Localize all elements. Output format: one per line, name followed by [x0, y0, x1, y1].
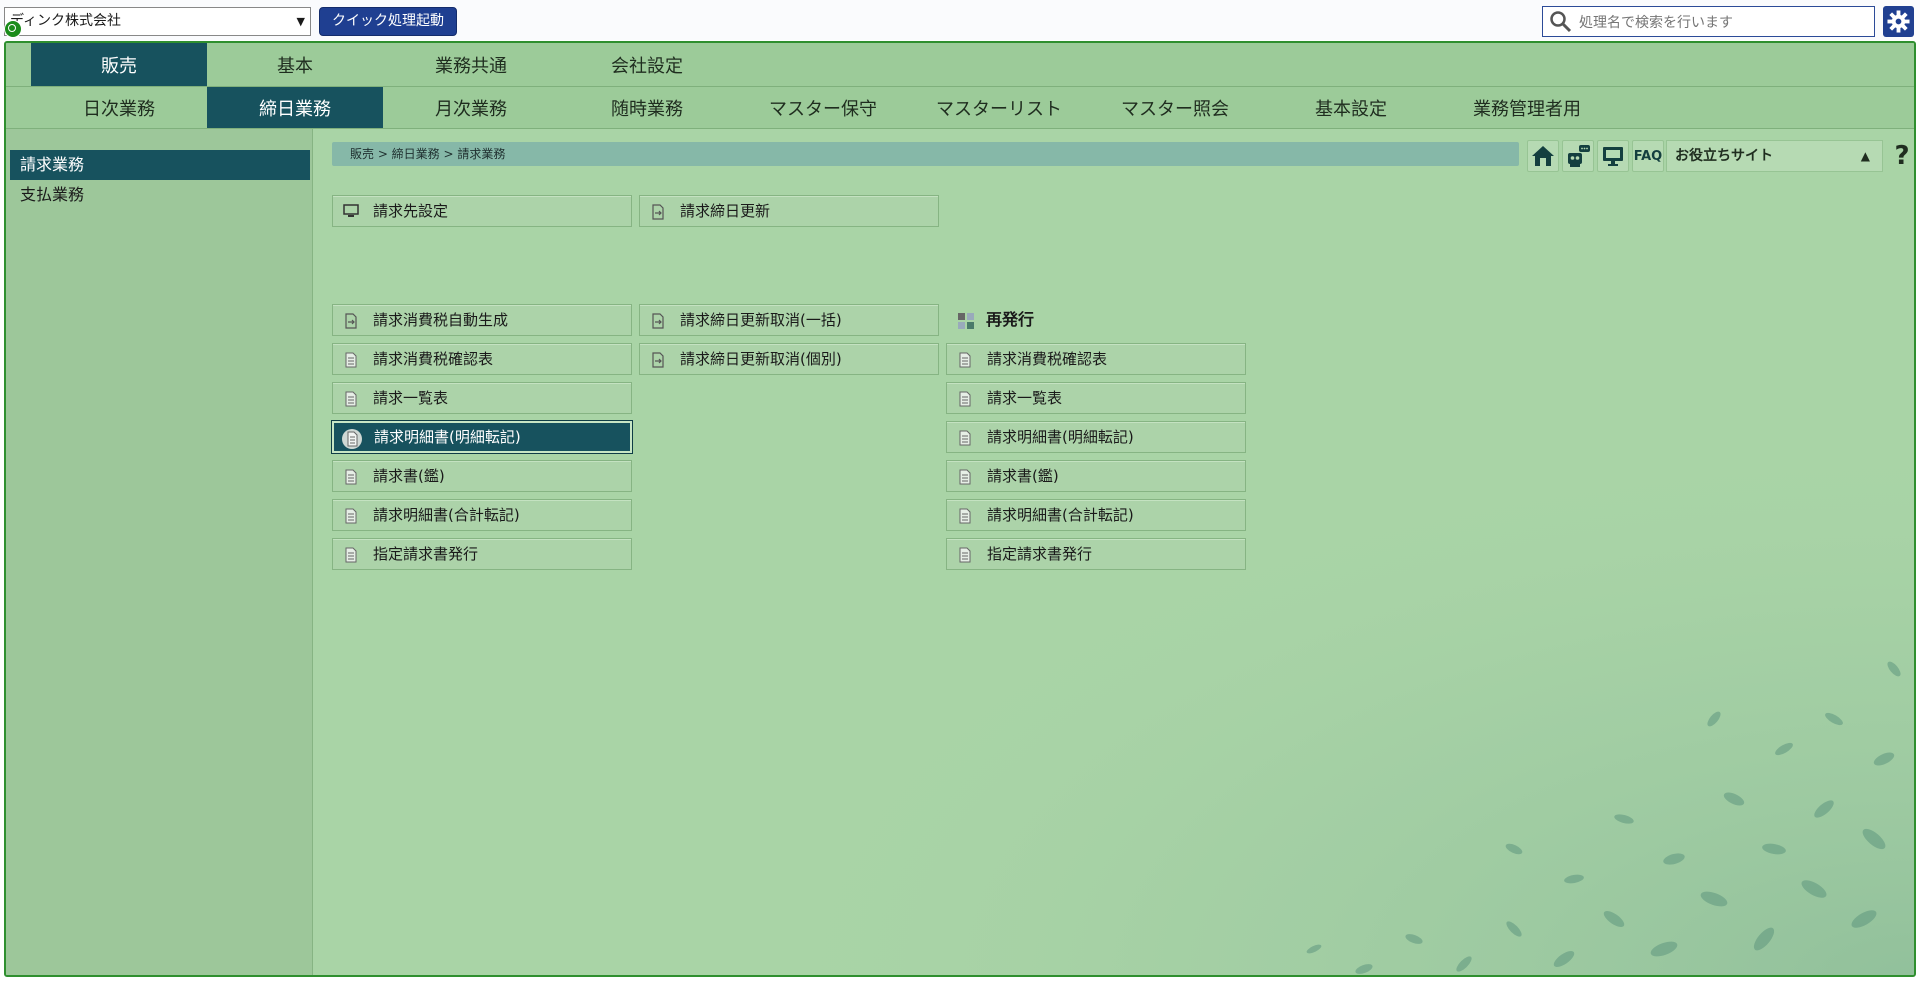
document-icon	[959, 547, 971, 563]
main-frame: 販売 基本 業務共通 会社設定 日次業務 締日業務 月次業務 随時業務 マスター…	[4, 41, 1916, 977]
sidebar-item-payment[interactable]: 支払業務	[10, 180, 310, 210]
top-bar: ディンク株式会社 ▼ クイック処理起動	[0, 0, 1920, 40]
document-icon	[345, 391, 357, 407]
reissue-heading: 再発行	[946, 304, 1246, 336]
reissue-statement-total[interactable]: 請求明細書(合計転記)	[946, 499, 1246, 531]
help-button[interactable]: ?	[1888, 140, 1914, 172]
reissue-tax-check[interactable]: 請求消費税確認表	[946, 343, 1246, 375]
reissue-designated-invoice[interactable]: 指定請求書発行	[946, 538, 1246, 570]
menu-statement-detail[interactable]: 請求明細書(明細転記)	[332, 421, 632, 453]
chevron-down-icon: ▼	[296, 15, 305, 28]
status-indicator-icon	[4, 20, 22, 38]
primary-tab-bar: 販売 基本 業務共通 会社設定	[6, 43, 1914, 87]
document-icon	[345, 508, 357, 524]
tab-closing[interactable]: 締日業務	[207, 87, 383, 128]
menu-closing-cancel-bulk[interactable]: 請求締日更新取消(一括)	[639, 304, 939, 336]
document-icon	[959, 352, 971, 368]
process-icon	[652, 313, 664, 329]
tab-master-inquiry[interactable]: マスター照会	[1087, 87, 1263, 128]
document-icon	[959, 469, 971, 485]
leaf-pattern-background	[714, 419, 1914, 975]
tab-master-maintenance[interactable]: マスター保守	[735, 87, 911, 128]
tab-common-business[interactable]: 業務共通	[383, 43, 559, 86]
menu-invoice-cover[interactable]: 請求書(鑑)	[332, 460, 632, 492]
menu-tax-check[interactable]: 請求消費税確認表	[332, 343, 632, 375]
support-chat-button[interactable]	[1562, 140, 1594, 172]
company-select-value: ディンク株式会社	[10, 13, 122, 29]
faq-button[interactable]: FAQ	[1632, 140, 1664, 172]
monitor-icon	[343, 204, 359, 217]
menu-statement-total[interactable]: 請求明細書(合計転記)	[332, 499, 632, 531]
menu-designated-invoice[interactable]: 指定請求書発行	[332, 538, 632, 570]
search-icon	[1549, 10, 1573, 38]
menu-billing-setup[interactable]: 請求先設定	[332, 195, 632, 227]
tab-monthly[interactable]: 月次業務	[383, 87, 559, 128]
grid-icon	[958, 313, 974, 329]
reissue-statement-detail[interactable]: 請求明細書(明細転記)	[946, 421, 1246, 453]
content-area: 販売 > 締日業務 > 請求業務 FAQ お役立ちサイト ▲ ? 請求先設定 請…	[314, 129, 1914, 975]
home-icon	[1532, 146, 1554, 166]
tab-master-list[interactable]: マスターリスト	[911, 87, 1087, 128]
process-icon	[652, 352, 664, 368]
gear-icon	[1887, 10, 1910, 33]
settings-button[interactable]	[1883, 6, 1914, 37]
process-icon	[345, 313, 357, 329]
tab-daily[interactable]: 日次業務	[31, 87, 207, 128]
menu-billing-list[interactable]: 請求一覧表	[332, 382, 632, 414]
company-select[interactable]: ディンク株式会社 ▼	[4, 7, 311, 36]
tab-basic-settings[interactable]: 基本設定	[1263, 87, 1439, 128]
tab-basic[interactable]: 基本	[207, 43, 383, 86]
tab-company-settings[interactable]: 会社設定	[559, 43, 735, 86]
search-box[interactable]	[1542, 6, 1875, 37]
menu-tax-autogen[interactable]: 請求消費税自動生成	[332, 304, 632, 336]
document-icon	[959, 391, 971, 407]
reissue-invoice-cover[interactable]: 請求書(鑑)	[946, 460, 1246, 492]
menu-closing-update[interactable]: 請求締日更新	[639, 195, 939, 227]
document-icon	[342, 429, 362, 449]
document-icon	[959, 508, 971, 524]
search-input[interactable]	[1577, 11, 1871, 35]
quick-process-button[interactable]: クイック処理起動	[319, 7, 457, 36]
document-icon	[959, 430, 971, 446]
robot-chat-icon	[1568, 145, 1590, 167]
document-icon	[345, 547, 357, 563]
tab-sales[interactable]: 販売	[31, 43, 207, 86]
document-icon	[345, 469, 357, 485]
screen-button[interactable]	[1597, 140, 1629, 172]
sidebar-item-billing[interactable]: 請求業務	[10, 150, 310, 180]
tab-adhoc[interactable]: 随時業務	[559, 87, 735, 128]
home-button[interactable]	[1527, 140, 1559, 172]
tab-admin[interactable]: 業務管理者用	[1439, 87, 1615, 128]
chevron-up-icon: ▲	[1860, 149, 1870, 163]
useful-site-label: お役立ちサイト	[1675, 148, 1773, 164]
useful-site-dropdown[interactable]: お役立ちサイト ▲	[1666, 140, 1883, 172]
document-icon	[345, 352, 357, 368]
monitor-icon	[1603, 147, 1623, 166]
secondary-tab-bar: 日次業務 締日業務 月次業務 随時業務 マスター保守 マスターリスト マスター照…	[6, 87, 1914, 129]
sidebar: 請求業務 支払業務	[6, 129, 313, 975]
reissue-billing-list[interactable]: 請求一覧表	[946, 382, 1246, 414]
breadcrumb: 販売 > 締日業務 > 請求業務	[332, 142, 1519, 166]
menu-closing-cancel-individual[interactable]: 請求締日更新取消(個別)	[639, 343, 939, 375]
process-icon	[652, 204, 664, 220]
